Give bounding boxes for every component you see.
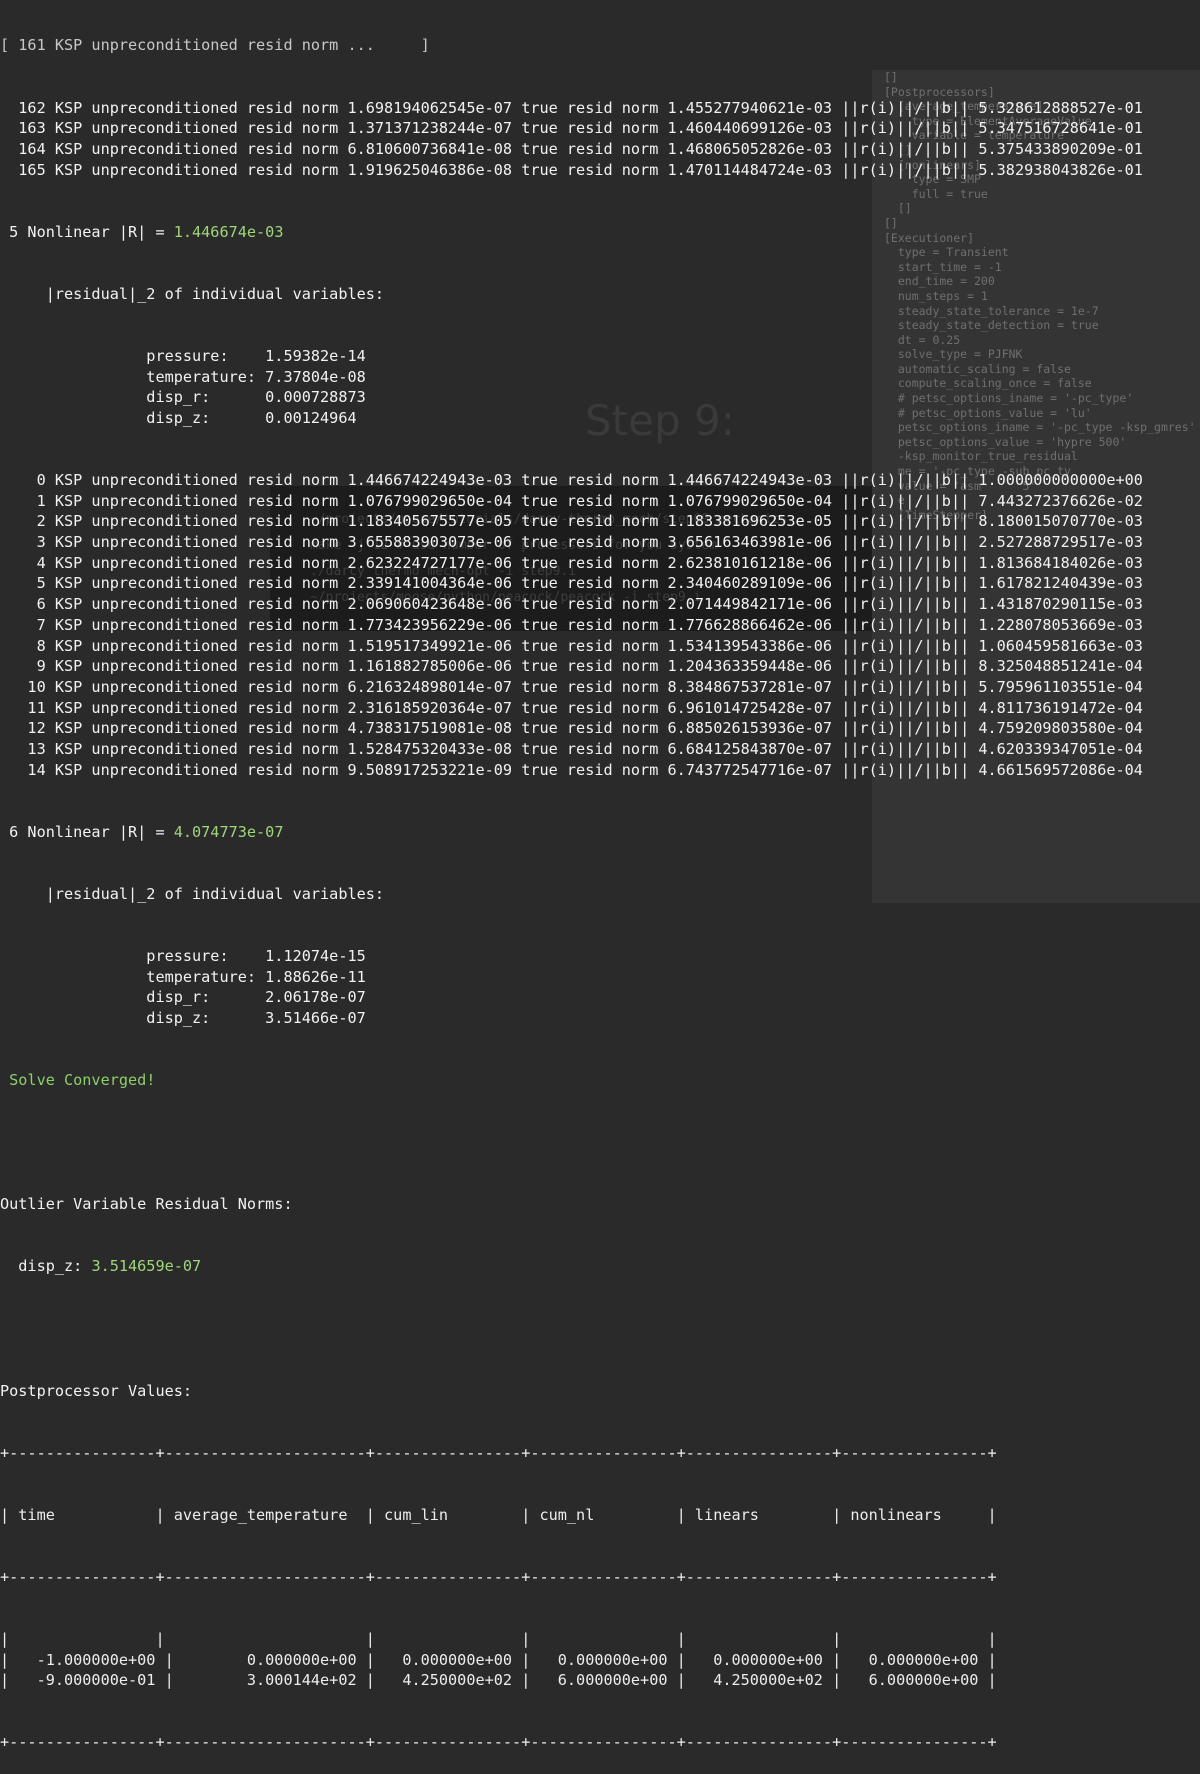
table-row: | -9.000000e-01 | 3.000144e+02 | 4.25000…: [0, 1671, 997, 1690]
variable-residual-line: temperature: 1.88626e-11: [0, 967, 366, 986]
variable-residual-line: disp_r: 2.06178e-07: [0, 988, 366, 1007]
ksp-iteration-line: 164 KSP unpreconditioned resid norm 6.81…: [0, 139, 1143, 158]
ksp-iteration-line: 163 KSP unpreconditioned resid norm 1.37…: [0, 119, 1143, 138]
ksp-iteration-line: 5 KSP unpreconditioned resid norm 2.3391…: [0, 574, 1143, 593]
nonlinear-5-residual: 1.446674e-03: [173, 222, 284, 241]
postprocessor-title: Postprocessor Values:: [0, 1381, 193, 1400]
terminal-line-cut: [ 161 KSP unpreconditioned resid norm ..…: [0, 36, 430, 55]
ksp-iteration-line: 8 KSP unpreconditioned resid norm 1.5195…: [0, 636, 1143, 655]
variable-residual-line: disp_z: 0.00124964: [0, 408, 357, 427]
outlier-title: Outlier Variable Residual Norms:: [0, 1195, 293, 1214]
ksp-iteration-line: 9 KSP unpreconditioned resid norm 1.1618…: [0, 657, 1143, 676]
ksp-iteration-line: 12 KSP unpreconditioned resid norm 4.738…: [0, 719, 1143, 738]
variable-residual-line: pressure: 1.59382e-14: [0, 346, 366, 365]
nonlinear-5-variable-residuals: pressure: 1.59382e-14 temperature: 7.378…: [0, 346, 1200, 429]
table-border: +----------------+----------------------…: [0, 1567, 997, 1586]
terminal-output[interactable]: [ 161 KSP unpreconditioned resid norm ..…: [0, 0, 1200, 1751]
variable-residual-line: pressure: 1.12074e-15: [0, 946, 366, 965]
ksp-iteration-line: 0 KSP unpreconditioned resid norm 1.4466…: [0, 471, 1143, 489]
ksp-iteration-line: 165 KSP unpreconditioned resid norm 1.91…: [0, 160, 1143, 179]
variable-residual-line: disp_r: 0.000728873: [0, 388, 366, 407]
solve-converged-message: Solve Converged!: [0, 1071, 156, 1090]
ksp-iteration-line: 13 KSP unpreconditioned resid norm 1.528…: [0, 739, 1143, 758]
ksp-iteration-line: 3 KSP unpreconditioned resid norm 3.6558…: [0, 533, 1143, 552]
table-row: | -1.000000e+00 | 0.000000e+00 | 0.00000…: [0, 1650, 997, 1669]
variable-residual-line: temperature: 7.37804e-08: [0, 367, 366, 386]
outlier-value: 3.514659e-07: [91, 1257, 202, 1276]
nonlinear-5-label: 5 Nonlinear |R| =: [0, 222, 174, 241]
ksp-iteration-line: 14 KSP unpreconditioned resid norm 9.508…: [0, 760, 1143, 779]
outlier-line: disp_z: 3.514659e-07: [0, 1256, 1200, 1277]
ksp-iteration-line: 6 KSP unpreconditioned resid norm 2.0690…: [0, 595, 1143, 614]
residual-header: |residual|_2 of individual variables:: [0, 284, 385, 303]
ksp-iteration-line: 11 KSP unpreconditioned resid norm 2.316…: [0, 698, 1143, 717]
nonlinear-6-label: 6 Nonlinear |R| =: [0, 822, 174, 841]
postprocessor-table-rows: | | | | | | | | -1.000000e+00 | 0.000000e…: [0, 1629, 1200, 1691]
ksp-iteration-line: 162 KSP unpreconditioned resid norm 1.69…: [0, 98, 1143, 117]
ksp-iterations-step6: 0 KSP unpreconditioned resid norm 1.4466…: [0, 470, 1200, 780]
nonlinear-6-residual: 4.074773e-07: [173, 822, 284, 841]
nonlinear-5-line: 5 Nonlinear |R| = 1.446674e-03: [0, 222, 1200, 243]
nonlinear-6-line: 6 Nonlinear |R| = 4.074773e-07: [0, 822, 1200, 843]
ksp-iterations-step5-tail: 162 KSP unpreconditioned resid norm 1.69…: [0, 98, 1200, 181]
table-border: +----------------+----------------------…: [0, 1443, 997, 1462]
ksp-iteration-line: 2 KSP unpreconditioned resid norm 1.1834…: [0, 512, 1143, 531]
variable-residual-line: disp_z: 3.51466e-07: [0, 1008, 366, 1027]
ksp-iteration-line: 7 KSP unpreconditioned resid norm 1.7734…: [0, 615, 1143, 634]
table-border: +----------------+----------------------…: [0, 1733, 997, 1752]
ksp-iteration-line: 1 KSP unpreconditioned resid norm 1.0767…: [0, 491, 1143, 510]
ksp-iteration-line: 4 KSP unpreconditioned resid norm 2.6232…: [0, 553, 1143, 572]
outlier-variable: disp_z:: [0, 1257, 92, 1276]
residual-header: |residual|_2 of individual variables:: [0, 884, 385, 903]
nonlinear-6-variable-residuals: pressure: 1.12074e-15 temperature: 1.886…: [0, 946, 1200, 1029]
ksp-iteration-line: 10 KSP unpreconditioned resid norm 6.216…: [0, 677, 1143, 696]
table-header: | time | average_temperature | cum_lin |…: [0, 1505, 997, 1524]
table-spacer-row: | | | | | | |: [0, 1629, 997, 1648]
